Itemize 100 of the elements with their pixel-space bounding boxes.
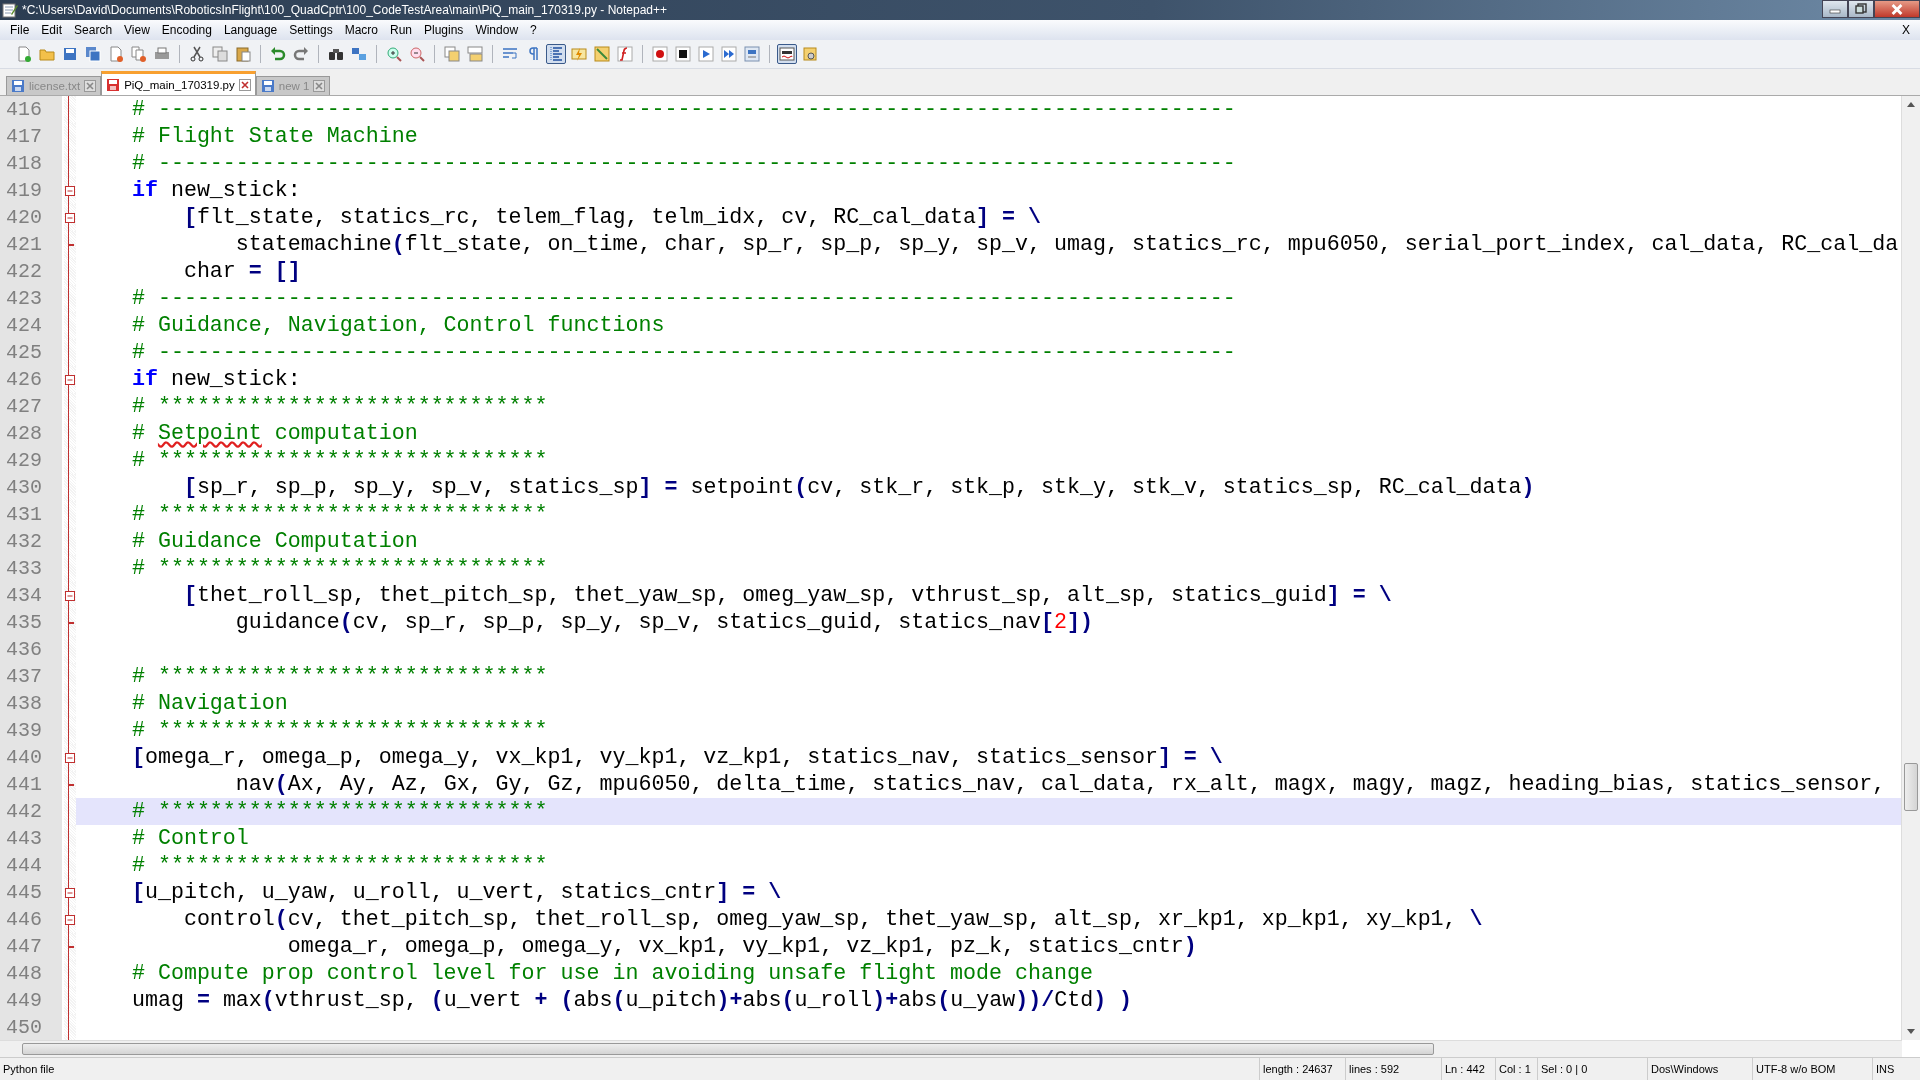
fold-margin [62,528,76,555]
line-number: 420 [0,204,62,231]
zoom-in-button[interactable] [384,44,404,64]
status-text: INS [1872,1058,1920,1080]
code-line: # ****************************** [130,798,548,825]
line-number: 431 [0,501,62,528]
scroll-down-icon[interactable] [1907,1029,1915,1034]
close-all-icon [131,46,147,62]
collapse-icon[interactable] [65,185,75,196]
save-icon [62,46,78,62]
close-all-button[interactable] [129,44,149,64]
zoom-out-button[interactable] [407,44,427,64]
saved-file-icon [11,79,25,93]
line-number: 450 [0,1014,62,1040]
code-line: # Flight State Machine [130,123,418,150]
menu-item[interactable]: ? [524,23,543,37]
minimize-button[interactable] [1822,0,1848,18]
menu-item[interactable]: File [4,23,36,37]
code-line: nav(Ax, Ay, Az, Gx, Gy, Gz, mpu6050, delta_time, statics_nav, cal_data, rx_alt, magx, magy, magz, heading_bias, statics_sensor, [234,771,1886,798]
collapse-icon[interactable] [65,752,75,763]
fold-margin [62,663,76,690]
collapse-icon[interactable] [65,374,75,385]
stop-button[interactable] [673,44,693,64]
save-all-button[interactable] [83,44,103,64]
paste-button[interactable] [233,44,253,64]
code-line: [sp_r, sp_p, sp_y, sp_v, statics_sp] = setpoint(cv, stk_r, stk_p, stk_y, stk_v, statics_sp, RC_cal_data) [182,474,1535,501]
record-button[interactable] [650,44,670,64]
function-button[interactable] [615,44,635,64]
horizontal-scrollbar[interactable] [0,1040,1902,1057]
status-text: UTF-8 w/o BOM [1752,1058,1872,1080]
map-button[interactable] [592,44,612,64]
fold-margin [62,825,76,852]
line-number: 421 [0,231,62,258]
line-number: 442 [0,798,62,825]
code-line: # Navigation [130,690,288,717]
code-line: [flt_state, statics_rc, telem_flag, telm_idx, cv, RC_cal_data] = \ [182,204,1042,231]
file-tab[interactable]: PiQ_main_170319.py [101,71,256,95]
saved-file-icon [260,79,275,93]
record-icon [652,46,668,62]
indent-guide-icon [548,46,564,62]
code-line: [thet_roll_sp, thet_pitch_sp, thet_yaw_sp, omeg_yaw_sp, vthrust_sp, alt_sp, statics_guid] = \ [182,582,1392,609]
menu-item[interactable]: Run [384,23,418,37]
zoom-out-icon [409,46,425,62]
sync-horizontal-button[interactable] [465,44,485,64]
close-document-button[interactable]: X [1892,23,1920,37]
code-line: # ****************************** [130,852,548,879]
close-icon[interactable] [313,80,326,92]
code-line: # ----------------------------------------------------------------------------------- [130,96,1236,123]
code-line: # ----------------------------------------------------------------------------------- [130,339,1236,366]
line-number: 417 [0,123,62,150]
status-text: length : 24637 [1259,1058,1345,1080]
collapse-icon[interactable] [65,590,75,601]
code-line: [u_pitch, u_yaw, u_roll, u_vert, statics_cntr] = \ [130,879,782,906]
sync-vertical-icon [444,46,460,62]
collapse-icon[interactable] [65,212,75,223]
scissors-button[interactable] [187,44,207,64]
status-text: Ln : 442 [1441,1058,1495,1080]
fold-margin [62,420,76,447]
play-button[interactable] [696,44,716,64]
fold-margin [62,501,76,528]
scroll-thumb[interactable] [1904,763,1918,811]
scroll-thumb[interactable] [22,1043,1434,1055]
vertical-scrollbar[interactable] [1901,96,1920,1040]
fold-margin [62,987,76,1014]
menu-item[interactable]: Window [469,23,525,37]
status-text: Sel : 0 | 0 [1537,1058,1647,1080]
menu-item[interactable]: Settings [283,23,339,37]
maximize-button[interactable] [1848,0,1874,18]
fold-margin [62,285,76,312]
fast-forward-button[interactable] [719,44,739,64]
code-line: # ----------------------------------------------------------------------------------- [130,285,1236,312]
menu-item[interactable]: Macro [338,23,384,37]
fold-margin [62,474,76,501]
line-number: 426 [0,366,62,393]
wrap-icon [502,46,518,62]
menu-item[interactable]: Encoding [155,23,218,37]
collapse-icon[interactable] [65,914,75,925]
menu-item[interactable]: Plugins [418,23,470,37]
scroll-up-icon[interactable] [1907,102,1915,107]
close-icon[interactable] [238,78,251,91]
menu-item[interactable]: View [118,23,156,37]
folder-icon [39,46,55,62]
close-button[interactable] [1874,0,1920,18]
fold-margin [62,312,76,339]
spellcheck-button[interactable] [777,44,797,64]
menu-item[interactable]: Edit [35,23,69,37]
menu-item[interactable]: Search [68,23,119,37]
collapse-icon[interactable] [65,887,75,898]
indent-guide-button[interactable] [546,44,566,64]
code-line: # ****************************** [130,447,548,474]
line-number: 439 [0,717,62,744]
menu-item[interactable]: Language [217,23,284,37]
notepad-icon [2,2,18,18]
code-line: if new_stick: [130,366,301,393]
close-icon [1890,3,1904,15]
close-icon[interactable] [84,80,97,92]
copy-icon [212,46,228,62]
status-text: Dos\Windows [1647,1058,1752,1080]
function-icon [617,46,633,62]
sync-vertical-button[interactable] [442,44,462,64]
